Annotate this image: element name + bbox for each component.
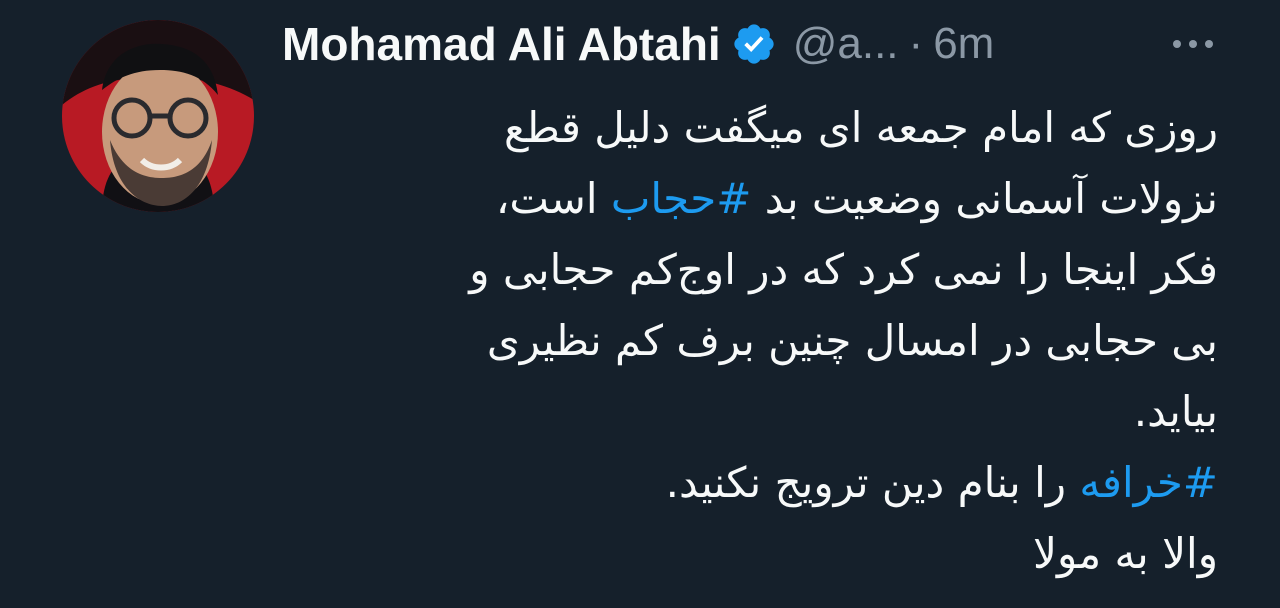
tweet-timestamp[interactable]: 6m xyxy=(933,19,994,69)
tweet-text-segment: است، xyxy=(495,174,611,223)
hashtag-link[interactable]: #حجاب xyxy=(611,174,752,223)
more-options-icon[interactable] xyxy=(1166,24,1220,64)
tweet-line: #خرافه را بنام دین ترویج نکنید. xyxy=(282,447,1218,518)
author-name[interactable]: Mohamad Ali Abtahi xyxy=(282,17,721,71)
avatar-photo xyxy=(62,20,254,212)
tweet-text: روزی که امام جمعه ای میگفت دلیل قطع نزول… xyxy=(282,92,1218,589)
tweet-text-segment: نزولات آسمانی وضعیت بد xyxy=(751,174,1218,223)
verified-badge-icon xyxy=(731,21,777,67)
tweet-line: نزولات آسمانی وضعیت بد #حجاب است، xyxy=(282,163,1218,234)
author-handle[interactable]: @a... xyxy=(793,19,899,69)
tweet-header: Mohamad Ali Abtahi @a... · 6m xyxy=(282,12,994,76)
hashtag-link[interactable]: #خرافه xyxy=(1079,458,1218,507)
separator-dot: · xyxy=(908,19,924,68)
avatar[interactable] xyxy=(62,20,254,212)
tweet-line: بی حجابی در امسال چنین برف کم نظیری xyxy=(486,316,1218,365)
tweet-line: روزی که امام جمعه ای میگفت دلیل قطع xyxy=(504,103,1218,152)
tweet-text-segment: را بنام دین ترویج نکنید. xyxy=(665,458,1080,507)
tweet-line: فکر اینجا را نمی کرد که در اوج‌کم حجابی … xyxy=(469,245,1218,294)
tweet-line: بیاید. xyxy=(1133,387,1218,436)
tweet-line: والا به مولا xyxy=(1033,529,1218,578)
